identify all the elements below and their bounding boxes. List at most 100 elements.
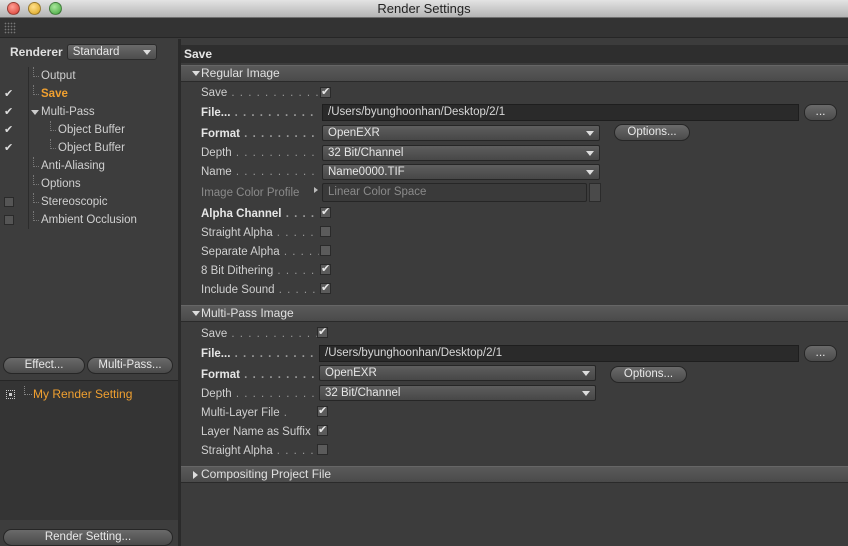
alpha-channel-checkbox[interactable]: ✔ xyxy=(320,207,331,218)
right-panel: Save Regular Image Save . . . . . . . . … xyxy=(181,39,848,546)
tree-item-object-buffer-1[interactable]: ✔ Object Buffer xyxy=(0,121,178,139)
leader-dots: . . . . . . . . . . . . . xyxy=(231,328,319,340)
section-title: Multi-Pass Image xyxy=(201,306,294,320)
tree-separator xyxy=(28,67,29,85)
chevron-down-icon xyxy=(586,151,594,156)
save-label-text: Save xyxy=(201,87,228,99)
separate-alpha-checkbox[interactable] xyxy=(320,245,331,256)
render-setting-name: My Render Setting xyxy=(33,387,133,401)
multi-layer-file-checkbox[interactable]: ✔ xyxy=(317,406,328,417)
tree-separator xyxy=(28,211,29,229)
leader-dots: . . . . . . . . . . . xyxy=(230,107,319,119)
mp-file-label: File... . . . . . . . . . . . xyxy=(201,346,319,362)
format-options-button[interactable]: Options... xyxy=(614,124,690,141)
mp-format-select[interactable]: OpenEXR xyxy=(319,365,596,381)
check-icon[interactable]: ✔ xyxy=(4,143,15,154)
tree-item-stereoscopic[interactable]: Stereoscopic xyxy=(0,193,178,211)
checkbox-unchecked[interactable] xyxy=(4,215,14,225)
section-title: Compositing Project File xyxy=(201,467,332,481)
tree-connector xyxy=(50,139,56,149)
checkbox-unchecked[interactable] xyxy=(4,197,14,207)
check-icon[interactable]: ✔ xyxy=(4,125,15,136)
tree-connector xyxy=(33,67,39,77)
tree-separator xyxy=(28,175,29,193)
image-color-profile-label: Image Color Profile xyxy=(201,187,300,199)
tree-separator xyxy=(28,103,29,121)
8bit-dithering-checkbox[interactable]: ✔ xyxy=(320,264,331,275)
save-label: Save . . . . . . . . . . . . . xyxy=(201,85,319,101)
compositing-project-file-header[interactable]: Compositing Project File xyxy=(181,466,848,483)
tree-item-object-buffer-2[interactable]: ✔ Object Buffer xyxy=(0,139,178,157)
multi-layer-file-label: Multi-Layer File . xyxy=(201,405,319,421)
color-profile-select[interactable]: Linear Color Space xyxy=(322,183,587,202)
tree-item-anti-aliasing[interactable]: Anti-Aliasing xyxy=(0,157,178,175)
tree-separator xyxy=(28,157,29,175)
chevron-down-icon xyxy=(582,391,590,396)
depth-select[interactable]: 32 Bit/Channel xyxy=(322,145,600,161)
leader-dots: . . . . . . . . . . xyxy=(239,369,319,381)
mp-straight-alpha-checkbox[interactable] xyxy=(317,444,328,455)
tree-item-label: Save xyxy=(41,88,68,100)
tree-separator xyxy=(28,193,29,211)
renderer-value: Standard xyxy=(72,46,120,58)
save-checkbox[interactable]: ✔ xyxy=(320,87,331,98)
minimize-window-icon[interactable] xyxy=(28,2,41,15)
depth-label: Depth . . . . . . . . . . . . . xyxy=(201,145,319,161)
render-setting-button[interactable]: Render Setting... xyxy=(3,529,173,546)
mp-file-path-field[interactable]: /Users/byunghoonhan/Desktop/2/1 xyxy=(319,345,799,362)
mp-save-checkbox[interactable]: ✔ xyxy=(317,327,328,338)
leader-dots: . . . . . . xyxy=(273,265,319,277)
file-path-field[interactable]: /Users/byunghoonhan/Desktop/2/1 xyxy=(322,104,799,121)
render-setting-item[interactable]: My Render Setting xyxy=(6,386,132,402)
name-label-text: Name xyxy=(201,166,232,178)
tree-item-output[interactable]: Output xyxy=(0,67,178,85)
tree-item-multi-pass[interactable]: ✔ Multi-Pass xyxy=(0,103,178,121)
section-title: Regular Image xyxy=(201,66,280,80)
tree-item-ambient-occlusion[interactable]: Ambient Occlusion xyxy=(0,211,178,229)
collapse-arrow-icon xyxy=(192,311,200,316)
format-select[interactable]: OpenEXR xyxy=(322,125,600,141)
multi-pass-button[interactable]: Multi-Pass... xyxy=(87,357,173,374)
include-sound-label-text: Include Sound xyxy=(201,284,275,296)
mp-file-browse-button[interactable]: ... xyxy=(804,345,837,362)
renderer-dropdown[interactable]: Standard xyxy=(66,44,157,60)
alpha-channel-label: Alpha Channel . . . . xyxy=(201,206,319,222)
mp-depth-select[interactable]: 32 Bit/Channel xyxy=(319,385,596,401)
tree-item-label: Multi-Pass xyxy=(41,106,95,118)
chevron-down-icon xyxy=(142,50,151,55)
mp-file-label-text: File... xyxy=(201,348,231,360)
tree-separator xyxy=(28,139,29,157)
check-icon[interactable]: ✔ xyxy=(4,89,15,100)
active-setting-icon[interactable] xyxy=(6,389,15,399)
color-profile-button[interactable] xyxy=(589,183,601,202)
mp-format-options-button[interactable]: Options... xyxy=(610,366,687,383)
tree-connector xyxy=(33,193,39,203)
check-icon[interactable]: ✔ xyxy=(4,107,15,118)
tree-separator xyxy=(28,85,29,103)
tree-connector xyxy=(33,157,39,167)
regular-image-header[interactable]: Regular Image xyxy=(181,65,848,82)
multi-pass-image-header[interactable]: Multi-Pass Image xyxy=(181,305,848,322)
effect-button[interactable]: Effect... xyxy=(3,357,85,374)
format-label: Format . . . . . . . . . . xyxy=(201,126,319,142)
expand-arrow-icon[interactable] xyxy=(31,110,39,115)
render-settings-list: My Render Setting xyxy=(0,380,178,520)
zoom-window-icon[interactable] xyxy=(49,2,62,15)
tree-item-label: Stereoscopic xyxy=(41,196,108,208)
file-browse-button[interactable]: ... xyxy=(804,104,837,121)
close-window-icon[interactable] xyxy=(7,2,20,15)
straight-alpha-checkbox[interactable] xyxy=(320,226,331,237)
panel-title: Save xyxy=(181,45,848,63)
name-select[interactable]: Name0000.TIF xyxy=(322,164,600,180)
tree-connector xyxy=(24,386,32,395)
layer-name-suffix-checkbox[interactable]: ✔ xyxy=(317,425,328,436)
grip-icon[interactable] xyxy=(4,22,16,34)
tree-item-label: Ambient Occlusion xyxy=(41,214,137,226)
expand-arrow-icon[interactable] xyxy=(314,187,318,193)
tree-item-options[interactable]: Options xyxy=(0,175,178,193)
tree-item-save[interactable]: ✔ Save xyxy=(0,85,178,103)
leader-dots: . . . . . . xyxy=(272,227,319,239)
leader-dots: . . . . . . xyxy=(278,284,319,296)
mp-save-label-text: Save xyxy=(201,328,228,340)
include-sound-checkbox[interactable]: ✔ xyxy=(320,283,331,294)
